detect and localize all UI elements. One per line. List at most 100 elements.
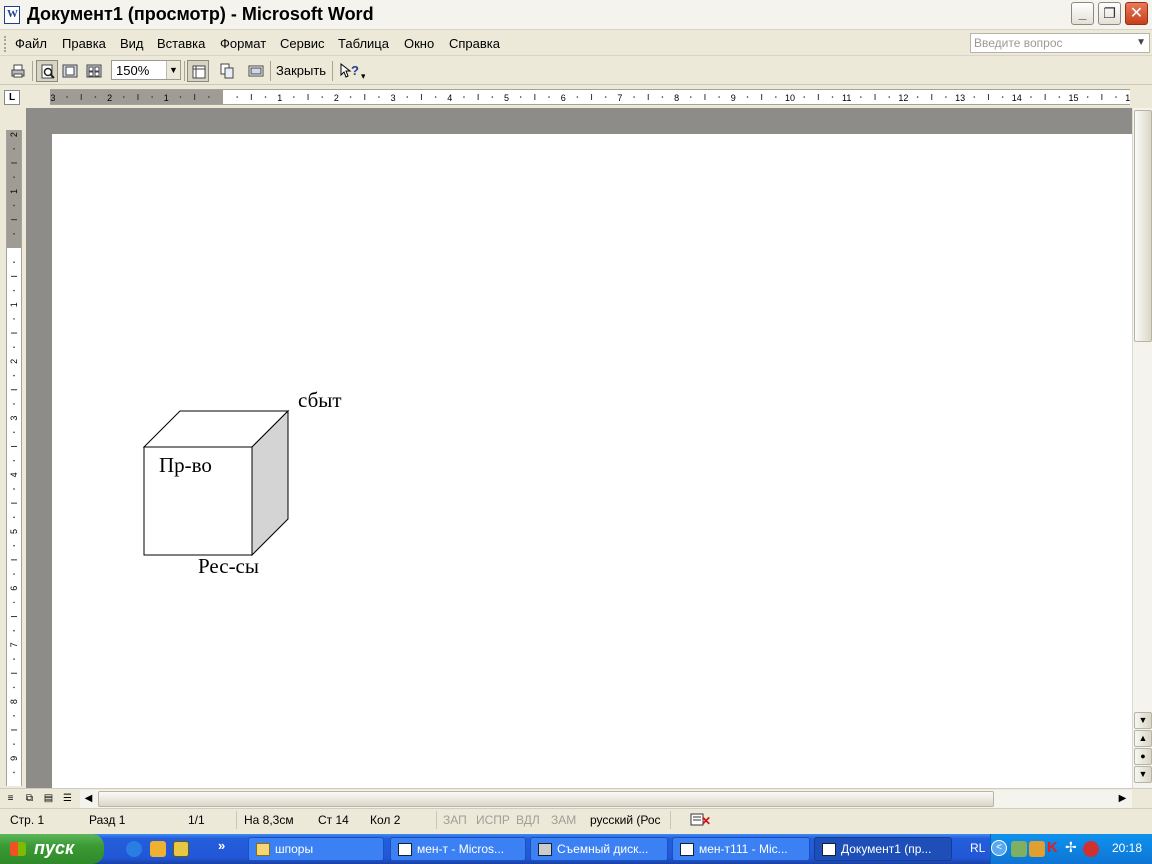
horizontal-ruler[interactable]: 32112345678910111213141516 xyxy=(50,89,1130,105)
menu-format[interactable]: Формат xyxy=(220,36,266,51)
svg-text:▾: ▾ xyxy=(361,71,365,79)
svg-text:✕: ✕ xyxy=(701,814,711,828)
ruler-tick xyxy=(13,658,15,660)
quick-launch-app-icon[interactable] xyxy=(150,841,166,857)
clock[interactable]: 20:18 xyxy=(1112,841,1142,855)
menu-help[interactable]: Справка xyxy=(449,36,500,51)
menu-table[interactable]: Таблица xyxy=(338,36,389,51)
print-icon xyxy=(11,64,25,78)
toolbar-grip[interactable] xyxy=(4,36,7,52)
menu-edit[interactable]: Правка xyxy=(62,36,106,51)
ruler-label: 13 xyxy=(955,93,965,103)
scroll-left-button[interactable]: ◀ xyxy=(80,791,97,807)
internet-explorer-icon[interactable] xyxy=(126,841,142,857)
full-screen-button[interactable] xyxy=(245,60,267,82)
taskbar-item[interactable]: шпоры xyxy=(248,837,384,861)
ruler-tick xyxy=(661,96,664,98)
chevron-right-icon[interactable]: » xyxy=(218,838,225,853)
context-help-button[interactable]: ? ▾ xyxy=(336,60,368,82)
label-top[interactable]: сбыт xyxy=(298,388,342,413)
status-extend[interactable]: ВДЛ xyxy=(516,813,540,827)
document-page[interactable]: сбыт Пр-во Рес-сы xyxy=(52,134,1132,788)
ruler-tick xyxy=(1086,96,1089,98)
status-track-changes[interactable]: ИСПР xyxy=(476,813,510,827)
quick-launch-clock-icon[interactable] xyxy=(173,841,189,857)
one-page-button[interactable] xyxy=(59,60,81,82)
tab-selector[interactable]: L xyxy=(4,90,20,105)
label-front[interactable]: Пр-во xyxy=(159,453,212,478)
ruler-label: 7 xyxy=(9,642,19,647)
ruler-tick xyxy=(576,96,579,98)
magnifier-button[interactable] xyxy=(36,60,58,82)
ruler-tick xyxy=(916,96,919,98)
ruler-label: 3 xyxy=(9,416,19,421)
next-page-button[interactable]: ▼ xyxy=(1134,766,1152,783)
horizontal-scroll-thumb[interactable] xyxy=(98,791,994,807)
outline-view-icon[interactable]: ☰ xyxy=(59,791,76,807)
print-layout-icon[interactable]: ▤ xyxy=(40,791,57,807)
ruler-tick xyxy=(236,96,238,98)
view-ruler-icon xyxy=(192,65,206,79)
word-app-icon[interactable] xyxy=(4,6,20,24)
tray-security-icon[interactable] xyxy=(1029,841,1045,857)
ruler-label: 9 xyxy=(731,93,736,103)
print-button[interactable] xyxy=(7,60,29,82)
chevron-down-icon[interactable]: ▼ xyxy=(166,61,180,79)
web-view-icon[interactable]: ⧉ xyxy=(21,791,38,807)
ruler-label: 11 xyxy=(842,93,851,103)
status-overtype[interactable]: ЗАМ xyxy=(551,813,576,827)
taskbar-item[interactable]: Съемный диск... xyxy=(530,837,668,861)
menu-insert[interactable]: Вставка xyxy=(157,36,205,51)
taskbar-item-active[interactable]: Документ1 (пр... xyxy=(814,837,952,861)
status-page-count: 1/1 xyxy=(188,813,205,827)
ruler-tick xyxy=(945,96,947,98)
menu-file[interactable]: Файл xyxy=(15,36,47,51)
tray-network-icon[interactable] xyxy=(1011,841,1027,857)
full-screen-icon xyxy=(248,65,264,77)
ask-question-input[interactable]: Введите вопрос xyxy=(974,36,1063,50)
close-preview-button[interactable]: Закрыть xyxy=(276,63,326,78)
scroll-down-button[interactable]: ▼ xyxy=(1134,712,1152,729)
taskbar-item[interactable]: мен-т - Micros... xyxy=(390,837,526,861)
taskbar-item[interactable]: мен-т111 - Mic... xyxy=(672,837,810,861)
tray-antivirus-icon[interactable]: K xyxy=(1047,839,1058,856)
view-ruler-button[interactable] xyxy=(187,60,209,82)
minimize-button[interactable]: _ xyxy=(1071,2,1094,25)
tray-shield-icon[interactable] xyxy=(1083,841,1099,857)
ask-question-box[interactable]: Введите вопрос ▼ xyxy=(970,33,1150,53)
restore-button[interactable]: ❐ xyxy=(1098,2,1121,25)
document-area[interactable]: сбыт Пр-во Рес-сы xyxy=(26,108,1132,788)
previous-page-button[interactable]: ▲ xyxy=(1134,730,1152,747)
chevron-down-icon[interactable]: ▼ xyxy=(1136,37,1146,48)
zoom-select[interactable]: 150% ▼ xyxy=(111,60,181,80)
chevron-left-icon[interactable]: < xyxy=(991,840,1007,856)
language-indicator[interactable]: RL xyxy=(970,841,985,855)
spelling-status-icon[interactable]: ✕ xyxy=(690,812,712,828)
vertical-scroll-thumb[interactable] xyxy=(1134,110,1152,342)
status-separator xyxy=(670,811,671,829)
status-column: Кол 2 xyxy=(370,813,401,827)
print-preview-toolbar: 150% ▼ Закрыть ? ▾ xyxy=(0,57,1152,85)
ruler-tick xyxy=(406,96,409,98)
label-bottom[interactable]: Рес-сы xyxy=(198,554,259,579)
menu-view[interactable]: Вид xyxy=(120,36,144,51)
select-browse-object-button[interactable]: ● xyxy=(1134,748,1152,765)
tray-volume-icon[interactable]: ✢ xyxy=(1065,839,1077,856)
menu-tools[interactable]: Сервис xyxy=(280,36,325,51)
vertical-ruler[interactable]: 2 1 1 2 3 4 5 6 7 8 9 xyxy=(6,130,22,786)
status-record[interactable]: ЗАП xyxy=(443,813,467,827)
start-button[interactable]: пуск xyxy=(0,834,104,864)
normal-view-icon[interactable]: ≡ xyxy=(2,791,19,807)
scroll-right-button[interactable]: ▶ xyxy=(1114,791,1131,807)
vertical-scrollbar[interactable]: ▼ ▲ ● ▼ xyxy=(1132,108,1152,788)
shrink-to-fit-button[interactable] xyxy=(216,60,238,82)
status-separator xyxy=(436,811,437,829)
close-window-button[interactable]: ✕ xyxy=(1125,2,1148,25)
ruler-tick xyxy=(13,686,15,689)
close-icon: ✕ xyxy=(1129,5,1144,22)
menu-window[interactable]: Окно xyxy=(404,36,434,51)
multiple-pages-button[interactable] xyxy=(83,60,105,82)
cube-drawing[interactable] xyxy=(52,134,452,584)
ruler-tick xyxy=(13,233,15,235)
horizontal-scrollbar[interactable]: ◀ ▶ xyxy=(80,790,1132,808)
